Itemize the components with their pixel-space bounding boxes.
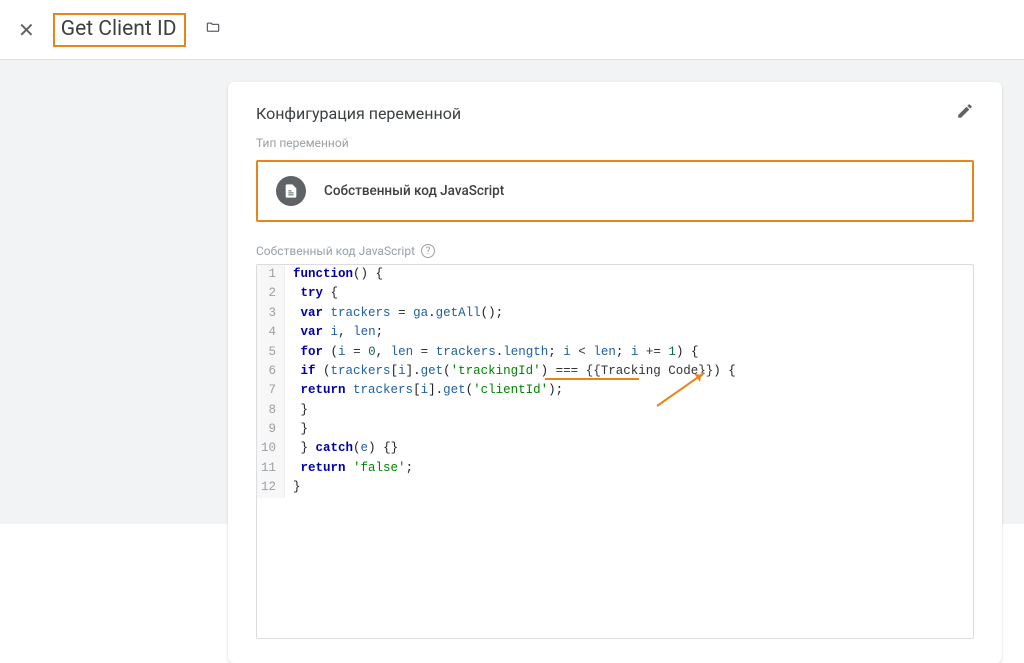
edit-icon[interactable] [956,102,974,124]
folder-icon[interactable] [204,20,222,39]
line-number: 10 [257,439,285,458]
code-editor[interactable]: 1function() { 2 try { 3 var trackers = g… [256,264,974,639]
variable-type-selector[interactable]: Собственный код JavaScript [256,160,974,222]
code-section-label: Собственный код JavaScript [256,244,415,258]
line-number: 12 [257,478,285,497]
line-number: 6 [257,362,285,381]
workspace: Конфигурация переменной Тип переменной С… [0,60,1024,524]
variable-type-label: Тип переменной [256,136,974,150]
line-number: 7 [257,381,285,400]
card-title: Конфигурация переменной [256,104,461,123]
line-number: 11 [257,459,285,478]
annotation-underline [545,378,639,380]
document-icon [276,176,306,206]
line-number: 4 [257,323,285,342]
line-number: 8 [257,401,285,420]
variable-type-name: Собственный код JavaScript [324,183,504,199]
line-number: 3 [257,304,285,323]
close-icon[interactable]: ✕ [18,20,35,40]
variable-config-card: Конфигурация переменной Тип переменной С… [228,82,1002,663]
topbar: ✕ Get Client ID [0,0,1024,60]
line-number: 1 [257,265,285,284]
line-number: 5 [257,343,285,362]
help-icon[interactable]: ? [421,244,435,258]
line-number: 9 [257,420,285,439]
line-number: 2 [257,284,285,303]
page-title[interactable]: Get Client ID [53,13,187,47]
